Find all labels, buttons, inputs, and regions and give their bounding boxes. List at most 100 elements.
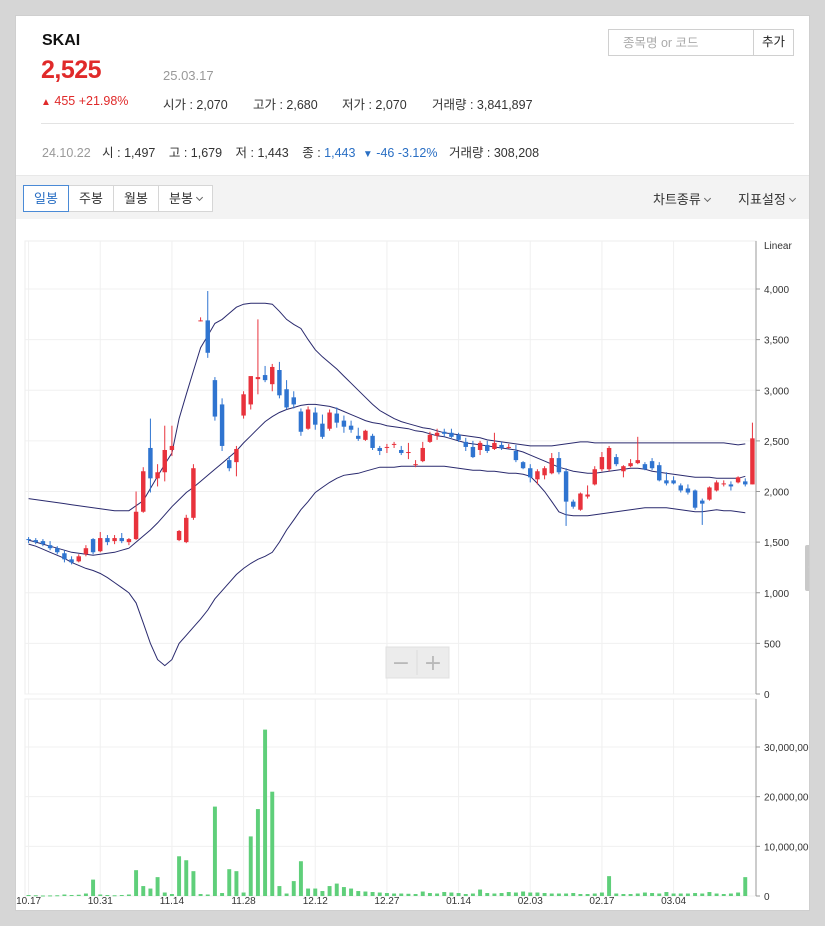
prev-low-label: 저 : xyxy=(235,146,258,160)
candle-body xyxy=(685,488,691,493)
volume-bar xyxy=(141,886,146,896)
add-button[interactable]: 추가 xyxy=(753,29,794,56)
volume-bar xyxy=(248,836,253,896)
candle-body xyxy=(76,556,81,562)
volume-bar xyxy=(227,869,232,896)
candle xyxy=(735,476,741,484)
candle-body xyxy=(556,458,562,473)
side-panel-toggle[interactable] xyxy=(805,545,809,591)
candle-body xyxy=(520,462,526,469)
candle-body xyxy=(320,423,325,437)
candle-body xyxy=(606,447,612,470)
candle-body xyxy=(298,411,304,432)
candle-body xyxy=(542,468,547,476)
candle-body xyxy=(391,443,397,445)
chart-type-menu[interactable]: 차트종류 xyxy=(653,189,711,208)
x-tick-label: 12.27 xyxy=(374,896,399,907)
zoom-in-button[interactable]: + xyxy=(424,651,442,676)
indicator-settings-menu[interactable]: 지표설정 xyxy=(738,189,796,208)
volume-bar xyxy=(191,871,196,896)
zoom-out-button[interactable]: − xyxy=(392,651,410,676)
volume-tick-label: 20,000,000 xyxy=(764,793,810,804)
prev-high-value: 1,679 xyxy=(190,146,223,160)
volume-bar xyxy=(341,887,346,896)
volume-bar xyxy=(492,893,497,896)
volume-bar xyxy=(263,729,268,896)
candle-body xyxy=(105,538,110,543)
volume-bar xyxy=(399,893,404,896)
x-tick-label: 10.31 xyxy=(88,896,113,907)
candle-body xyxy=(341,420,347,427)
prev-volume-label: 거래량 : xyxy=(448,146,494,160)
x-tick-label: 11.14 xyxy=(160,896,185,907)
volume-bar xyxy=(184,860,189,896)
candle-body xyxy=(492,442,497,449)
candle-body xyxy=(141,471,146,512)
candle-body xyxy=(528,468,533,478)
price-tick-label: 0 xyxy=(764,690,770,701)
candle-body xyxy=(363,430,368,440)
volume-bar xyxy=(736,892,741,896)
candle-body xyxy=(427,434,433,442)
x-tick-label: 11.28 xyxy=(231,896,256,907)
volume-bar xyxy=(564,893,569,896)
prev-close-label: 종 : xyxy=(302,146,325,160)
candle-body xyxy=(470,446,476,458)
volume-bar xyxy=(728,893,733,896)
candle-body xyxy=(90,539,96,553)
stock-name: SKAI xyxy=(42,32,81,49)
candle-body xyxy=(707,487,712,500)
candle xyxy=(298,408,304,436)
volume-bar xyxy=(628,894,633,896)
tab-weekly[interactable]: 주봉 xyxy=(68,185,114,212)
volume-bar xyxy=(478,889,483,896)
candle-body xyxy=(592,469,597,485)
price-tick-label: 3,500 xyxy=(764,336,789,347)
scale-label: Linear xyxy=(764,241,792,252)
candle-body xyxy=(234,448,239,463)
tab-daily[interactable]: 일봉 xyxy=(23,185,69,212)
volume-bar xyxy=(506,892,511,896)
volume-bar xyxy=(284,893,289,896)
candle-body xyxy=(119,538,124,542)
candle-body xyxy=(313,412,318,425)
volume-bar xyxy=(693,893,698,896)
volume-bar xyxy=(499,893,504,896)
candle xyxy=(219,398,225,451)
candle-body xyxy=(714,482,719,491)
volume-tick-label: 30,000,000 xyxy=(764,743,810,754)
volume-bar xyxy=(685,893,690,896)
volume-bar xyxy=(549,893,554,896)
candle-body xyxy=(549,458,554,474)
candle-body xyxy=(642,464,648,470)
x-tick-label: 02.17 xyxy=(589,896,614,907)
tab-minute[interactable]: 분봉 xyxy=(158,185,213,212)
volume-pane xyxy=(24,698,757,897)
search-input[interactable] xyxy=(609,30,753,55)
volume-bar xyxy=(621,894,626,896)
candle-body xyxy=(434,432,440,436)
prev-change-value: -46 -3.12% xyxy=(376,146,438,160)
volume-bar xyxy=(327,886,332,896)
previous-quote-row: 24.10.22 시 : 1,497 고 : 1,679 저 : 1,443 종… xyxy=(42,142,539,161)
candle xyxy=(692,489,698,510)
volume-bar xyxy=(91,879,96,896)
prev-close: 종 : 1,443 xyxy=(302,146,355,160)
tab-monthly[interactable]: 월봉 xyxy=(113,185,159,212)
volume-bar xyxy=(220,893,225,896)
volume-bar xyxy=(542,893,547,896)
candle-body xyxy=(628,463,633,467)
candle-body xyxy=(563,471,569,502)
candle-body xyxy=(55,548,60,553)
indicator-settings-label: 지표설정 xyxy=(738,192,786,207)
volume-bar xyxy=(205,894,210,896)
candle-body xyxy=(735,477,741,483)
price-tick-label: 3,000 xyxy=(764,386,789,397)
price-tick-label: 4,000 xyxy=(764,285,789,296)
chevron-down-icon xyxy=(195,193,203,202)
candle-body xyxy=(277,370,282,396)
candle-body xyxy=(449,432,454,437)
candle-body xyxy=(148,447,153,479)
candle-body xyxy=(248,376,253,405)
price-chart[interactable]: 10.17 10.31 11.14 11.28 12.12 12.27 01.14 02.03… xyxy=(16,219,810,909)
